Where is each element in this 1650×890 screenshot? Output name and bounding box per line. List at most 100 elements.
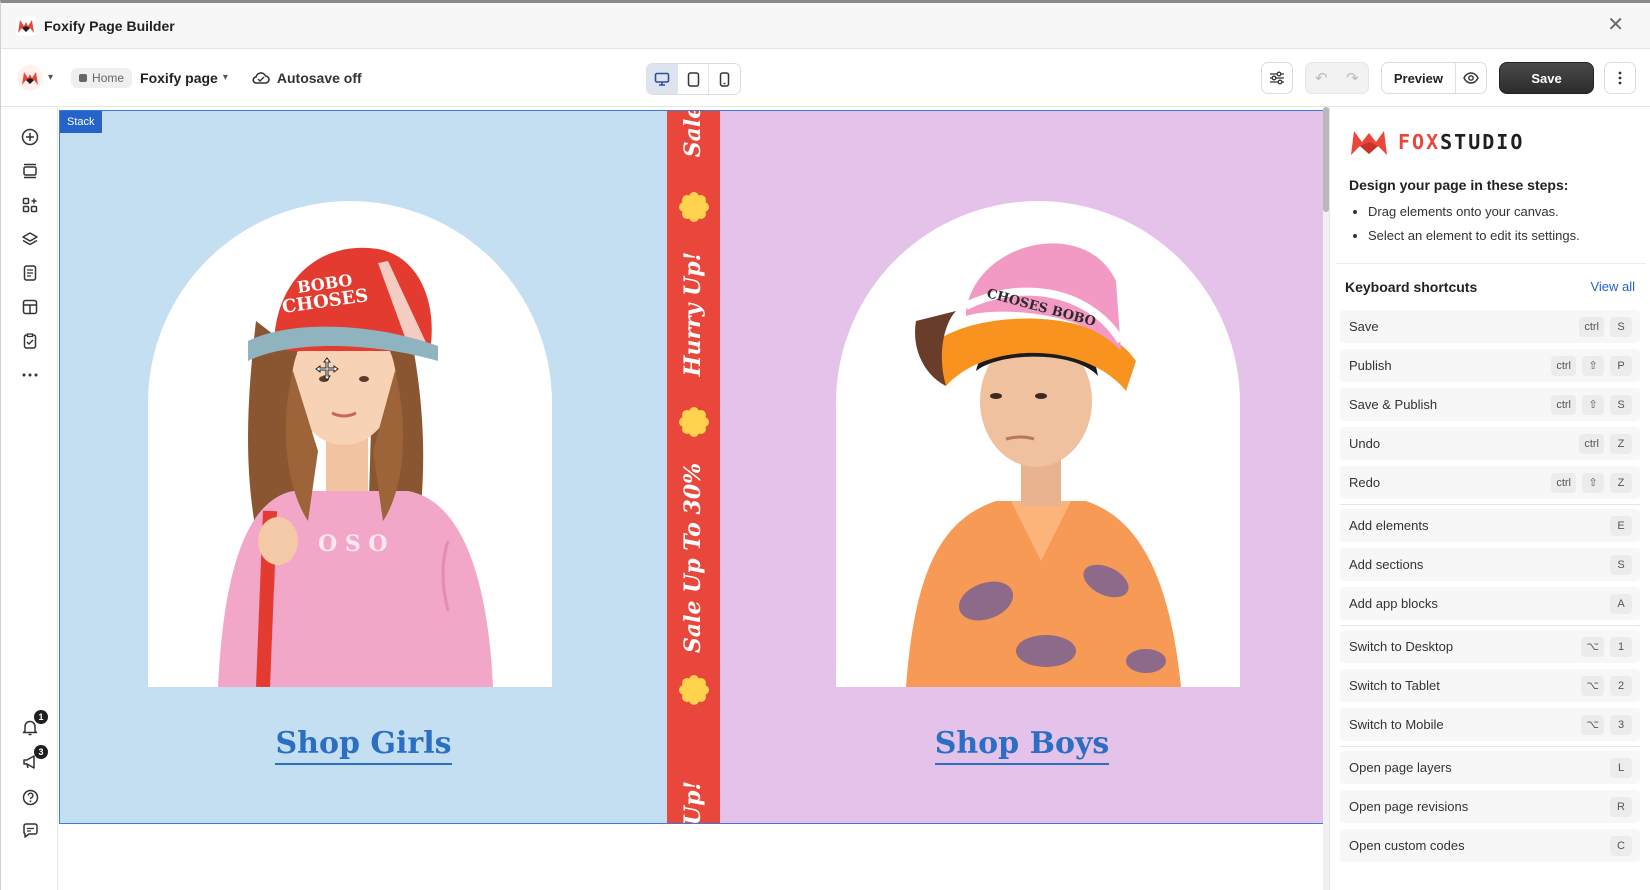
redo-button[interactable]: ↷ [1337, 63, 1368, 93]
sale-marquee[interactable]: Sale Hurry Up! Sale Up To 30% Up! [667, 111, 720, 823]
mobile-view-button[interactable] [709, 64, 740, 94]
marquee-text-hurry: Hurry Up! [680, 251, 706, 377]
shortcut-row: Open page layers L [1340, 751, 1640, 784]
breadcrumb-home-label: Home [92, 70, 125, 85]
page-selector[interactable]: Foxify page ▾ [140, 70, 228, 86]
boy-model-image[interactable]: CHOSES BOBO [836, 201, 1240, 687]
girls-panel[interactable]: BOBO CHOSES O S O Shop Girls [60, 111, 667, 823]
top-toolbar: ▾ Home Foxify page ▾ Autosave off ↶ ↷ Pr… [1, 49, 1650, 107]
shortcut-label: Add sections [1349, 557, 1424, 572]
sections-button[interactable] [20, 161, 40, 181]
boys-panel[interactable]: CHOSES BOBO Shop Boys [720, 111, 1324, 823]
shortcut-label: Switch to Tablet [1349, 678, 1440, 693]
more-vertical-icon [1618, 71, 1622, 85]
chat-button[interactable] [20, 821, 40, 841]
add-element-button[interactable] [20, 127, 40, 147]
shortcut-divider [1340, 504, 1640, 505]
girls-image-frame[interactable]: BOBO CHOSES O S O [148, 201, 552, 687]
close-icon[interactable]: ✕ [1607, 15, 1624, 35]
undo-icon: ↶ [1315, 70, 1328, 87]
shortcut-row: Open custom codes C [1340, 829, 1640, 862]
shortcut-keys: S [1604, 554, 1632, 575]
more-tools-button[interactable] [20, 365, 40, 385]
window-title: Foxify Page Builder [44, 17, 175, 34]
shortcut-label: Open custom codes [1349, 838, 1465, 853]
key: ctrl [1551, 472, 1576, 493]
right-panel: FOXSTUDIO Design your page in these step… [1329, 107, 1650, 890]
redo-icon: ↷ [1346, 70, 1359, 87]
stack-label[interactable]: Stack [60, 111, 102, 133]
shortcut-row: Redo ctrl ⇧ Z [1340, 466, 1640, 499]
flower-icon [679, 192, 709, 222]
key: P [1610, 355, 1632, 376]
key: E [1610, 515, 1632, 536]
tablet-icon [687, 71, 699, 87]
shortcut-label: Open page layers [1349, 760, 1452, 775]
foxstudio-wordmark: FOXSTUDIO [1398, 130, 1524, 154]
checklist-button[interactable] [20, 331, 40, 351]
layout-button[interactable] [20, 297, 40, 317]
shortcut-row: Switch to Tablet ⌥ 2 [1340, 669, 1640, 702]
desktop-view-button[interactable] [647, 64, 678, 94]
foxstudio-logo-icon [1351, 131, 1387, 155]
shortcut-row: Switch to Desktop ⌥ 1 [1340, 630, 1640, 663]
key: Z [1610, 472, 1632, 493]
shortcut-row: Add app blocks A [1340, 587, 1640, 620]
chevron-down-icon: ▾ [48, 72, 54, 83]
key: ⌥ [1581, 675, 1604, 696]
stack-section[interactable]: Stack BOBO CHOSES O S O Shop Girls Sale … [59, 110, 1325, 824]
shortcut-keys: C [1604, 835, 1632, 856]
key: ctrl [1579, 433, 1604, 454]
shop-girls-link[interactable]: Shop Girls [60, 726, 667, 765]
shortcut-label: Add app blocks [1349, 596, 1438, 611]
announcements-button[interactable]: 3 [20, 745, 48, 772]
pages-icon [23, 265, 37, 281]
autosave-toggle[interactable]: Autosave off [252, 70, 362, 86]
breadcrumb-home[interactable]: Home [71, 67, 133, 88]
shortcut-divider [1340, 625, 1640, 626]
key: ⌥ [1581, 636, 1604, 657]
editor-canvas[interactable]: Stack BOBO CHOSES O S O Shop Girls Sale … [58, 107, 1329, 890]
brand-menu-button[interactable]: ▾ [17, 64, 54, 91]
sections-icon [23, 163, 37, 179]
shortcut-label: Redo [1349, 475, 1381, 490]
undo-button[interactable]: ↶ [1306, 63, 1337, 93]
title-bar: Foxify Page Builder ✕ [1, 3, 1650, 49]
intro-step: Drag elements onto your canvas. [1368, 204, 1580, 219]
shop-boys-link[interactable]: Shop Boys [720, 726, 1324, 765]
key: ⇧ [1582, 355, 1604, 376]
view-all-link[interactable]: View all [1590, 279, 1635, 295]
eye-button[interactable] [1456, 63, 1486, 93]
app-window: Foxify Page Builder ✕ ▾ Home Foxify page… [0, 0, 1650, 890]
help-button[interactable] [20, 787, 40, 807]
more-options-button[interactable] [1604, 62, 1636, 94]
key: S [1610, 316, 1632, 337]
save-button[interactable]: Save [1499, 62, 1594, 94]
shortcut-keys: ⌥ 1 [1575, 636, 1632, 657]
cloud-icon [252, 71, 270, 84]
more-icon [22, 373, 38, 377]
settings-button[interactable] [1260, 62, 1293, 94]
foxstudio-brand: FOXSTUDIO [1350, 127, 1524, 157]
tablet-view-button[interactable] [678, 64, 709, 94]
shortcut-label: Publish [1349, 358, 1392, 373]
girl-model-image[interactable]: BOBO CHOSES O S O [148, 201, 552, 687]
shortcuts-title: Keyboard shortcuts [1345, 279, 1478, 295]
shortcut-keys: L [1604, 757, 1632, 778]
layers-button[interactable] [20, 229, 40, 249]
sliders-icon [1269, 71, 1284, 85]
key: S [1610, 394, 1632, 415]
marquee-text-up: Up! [680, 780, 706, 823]
notifications-button[interactable]: 1 [20, 710, 48, 737]
boys-image-frame[interactable]: CHOSES BOBO [836, 201, 1240, 687]
preview-button[interactable]: Preview [1382, 63, 1456, 93]
app-blocks-button[interactable] [20, 195, 40, 215]
shortcut-row: Publish ctrl ⇧ P [1340, 349, 1640, 382]
shortcut-row: Open page revisions R [1340, 790, 1640, 823]
key: ctrl [1551, 394, 1576, 415]
shortcut-row: Save & Publish ctrl ⇧ S [1340, 388, 1640, 421]
pages-button[interactable] [20, 263, 40, 283]
eye-icon [1463, 72, 1479, 84]
add-icon [21, 128, 39, 146]
marquee-text-sale: Sale [680, 111, 706, 158]
